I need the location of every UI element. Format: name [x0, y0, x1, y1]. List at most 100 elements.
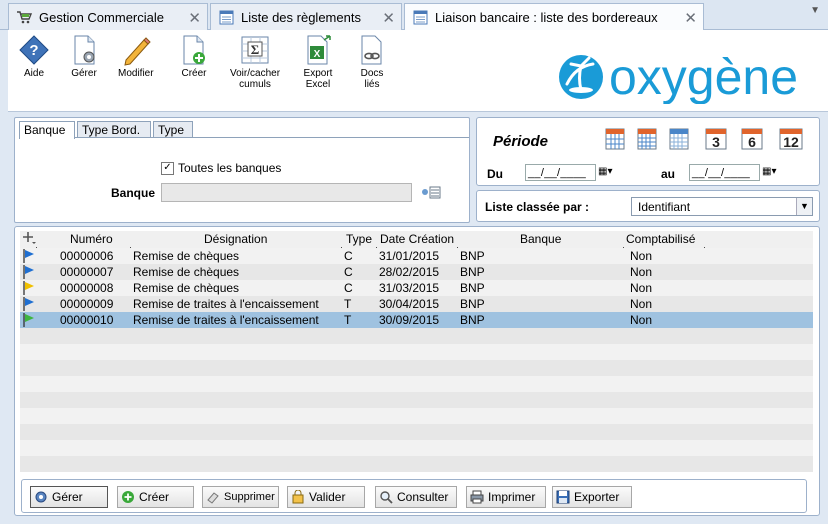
voir-cumuls-button[interactable]: Σ Voir/cacher cumuls: [230, 34, 280, 90]
imprimer-action-button[interactable]: Imprimer: [466, 486, 546, 508]
svg-text:Σ: Σ: [251, 42, 260, 57]
table-row[interactable]: [20, 440, 813, 456]
cell-designation: Remise de chèques: [133, 249, 240, 263]
close-icon[interactable]: ✕: [188, 9, 201, 27]
banque-field[interactable]: [161, 183, 412, 202]
header-comptabilise[interactable]: Comptabilisé: [626, 232, 695, 246]
validate-icon: [291, 490, 305, 504]
du-calendar-dropdown-icon[interactable]: ▦▾: [598, 166, 612, 177]
au-date-input[interactable]: __/__/____: [689, 164, 760, 181]
header-designation[interactable]: Désignation: [204, 232, 267, 246]
table-row[interactable]: 00000010 Remise de traites à l'encaisseme…: [20, 312, 813, 328]
sigma-icon: Σ: [241, 36, 269, 64]
linked-docs-icon: [361, 35, 382, 65]
table-row[interactable]: [20, 424, 813, 440]
table-row[interactable]: [20, 360, 813, 376]
calendar-12-months-icon[interactable]: 12: [779, 128, 803, 150]
cell-compta: Non: [630, 265, 653, 279]
table-row[interactable]: [20, 328, 813, 344]
modifier-label: Modifier: [118, 68, 154, 79]
consulter-action-button[interactable]: Consulter: [375, 486, 457, 508]
tab-gestion-commerciale[interactable]: Gestion Commerciale ✕: [8, 3, 208, 30]
calendar-day-icon[interactable]: [605, 128, 625, 150]
cell-banque: BNP: [460, 297, 485, 311]
supprimer-action-button[interactable]: Supprimer: [202, 486, 279, 508]
cell-designation: Remise de traites à l'encaissement: [133, 297, 319, 311]
export-excel-button[interactable]: X Export Excel: [302, 34, 334, 90]
table-row[interactable]: [20, 344, 813, 360]
tab-label: Banque: [24, 123, 66, 137]
toutes-banques-checkbox[interactable]: ✓: [161, 161, 174, 175]
table-row[interactable]: [20, 392, 813, 408]
cell-type: T: [344, 313, 352, 327]
au-label: au: [661, 167, 676, 181]
cell-date: 30/09/2015: [379, 313, 440, 327]
aide-label: Aide: [23, 68, 44, 79]
periode-panel: Période 3 6 12 Du __/__/____ ▦▾ au __/__…: [476, 117, 820, 186]
cell-date: 28/02/2015: [379, 265, 440, 279]
magnifier-icon: [379, 490, 393, 504]
calendar-month-icon[interactable]: [669, 128, 689, 150]
calendar-3-months-icon[interactable]: 3: [705, 128, 727, 150]
sort-select[interactable]: Identifiant ▼: [631, 197, 813, 216]
cell-date: 31/03/2015: [379, 281, 440, 295]
tab-liste-reglements[interactable]: Liste des règlements ✕: [210, 3, 402, 30]
supprimer-action-label: Supprimer: [224, 491, 275, 503]
logo-text: oxygène: [609, 49, 798, 104]
pencil-icon: [124, 37, 151, 66]
header-banque[interactable]: Banque: [520, 232, 561, 246]
toutes-banques-option[interactable]: ✓ Toutes les banques: [161, 161, 281, 175]
imprimer-action-label: Imprimer: [488, 490, 536, 504]
tab-type-bord[interactable]: Type Bord.: [77, 121, 151, 138]
column-chooser-icon[interactable]: [22, 231, 37, 245]
cell-banque: BNP: [460, 281, 485, 295]
tab-type[interactable]: Type: [153, 121, 193, 138]
header-type[interactable]: Type: [346, 232, 372, 246]
modifier-button[interactable]: Modifier: [118, 34, 154, 79]
table-header: Numéro Désignation Type Date Création Ba…: [20, 231, 813, 247]
close-icon[interactable]: ✕: [684, 9, 697, 27]
chevron-down-icon[interactable]: ▼: [796, 198, 812, 215]
au-calendar-dropdown-icon[interactable]: ▦▾: [762, 166, 776, 177]
header-numero[interactable]: Numéro: [70, 232, 113, 246]
sort-panel: Liste classée par : Identifiant ▼: [476, 190, 820, 222]
tab-banque[interactable]: Banque: [19, 121, 75, 139]
chevron-down-icon[interactable]: ▼: [810, 5, 820, 16]
bordereaux-table: Numéro Désignation Type Date Création Ba…: [20, 231, 813, 472]
table-row[interactable]: [20, 376, 813, 392]
table-row[interactable]: [20, 456, 813, 472]
gerer-button[interactable]: Gérer: [68, 34, 100, 79]
exporter-action-button[interactable]: Exporter: [552, 486, 632, 508]
creer-button[interactable]: Créer: [178, 34, 210, 79]
docs-lies-button[interactable]: Docs liés: [356, 34, 388, 90]
table-row[interactable]: 00000008 Remise de chèques C 31/03/2015 BNP N…: [20, 280, 813, 296]
tab-liaison-bancaire[interactable]: Liaison bancaire : liste des bordereaux …: [404, 3, 704, 31]
cell-numero: 00000006: [60, 249, 114, 263]
calendar-week-icon[interactable]: [637, 128, 657, 150]
header-date-creation[interactable]: Date Création: [380, 232, 454, 246]
tab-label: Type Bord.: [82, 123, 141, 137]
svg-text:?: ?: [29, 42, 38, 59]
du-date-input[interactable]: __/__/____: [525, 164, 596, 181]
gerer-label: Gérer: [71, 68, 97, 79]
table-row[interactable]: 00000006 Remise de chèques C 31/01/2015 BNP N…: [20, 248, 813, 264]
du-label: Du: [487, 167, 503, 181]
sort-label: Liste classée par :: [485, 200, 590, 214]
cell-compta: Non: [630, 297, 653, 311]
list-select-icon[interactable]: [421, 186, 441, 202]
table-row[interactable]: 00000009 Remise de traites à l'encaisseme…: [20, 296, 813, 312]
table-row[interactable]: 00000007 Remise de chèques C 28/02/2015 BNP N…: [20, 264, 813, 280]
table-row[interactable]: [20, 408, 813, 424]
save-icon: [556, 490, 570, 504]
cell-date: 30/04/2015: [379, 297, 440, 311]
cell-type: T: [344, 297, 352, 311]
cell-compta: Non: [630, 313, 653, 327]
creer-action-button[interactable]: Créer: [117, 486, 194, 508]
svg-text:X: X: [314, 49, 321, 60]
consulter-action-label: Consulter: [397, 490, 449, 504]
valider-action-button[interactable]: Valider: [287, 486, 365, 508]
aide-button[interactable]: ? Aide: [18, 34, 50, 79]
close-icon[interactable]: ✕: [382, 9, 395, 27]
calendar-6-months-icon[interactable]: 6: [741, 128, 763, 150]
gerer-action-button[interactable]: Gérer: [30, 486, 108, 508]
